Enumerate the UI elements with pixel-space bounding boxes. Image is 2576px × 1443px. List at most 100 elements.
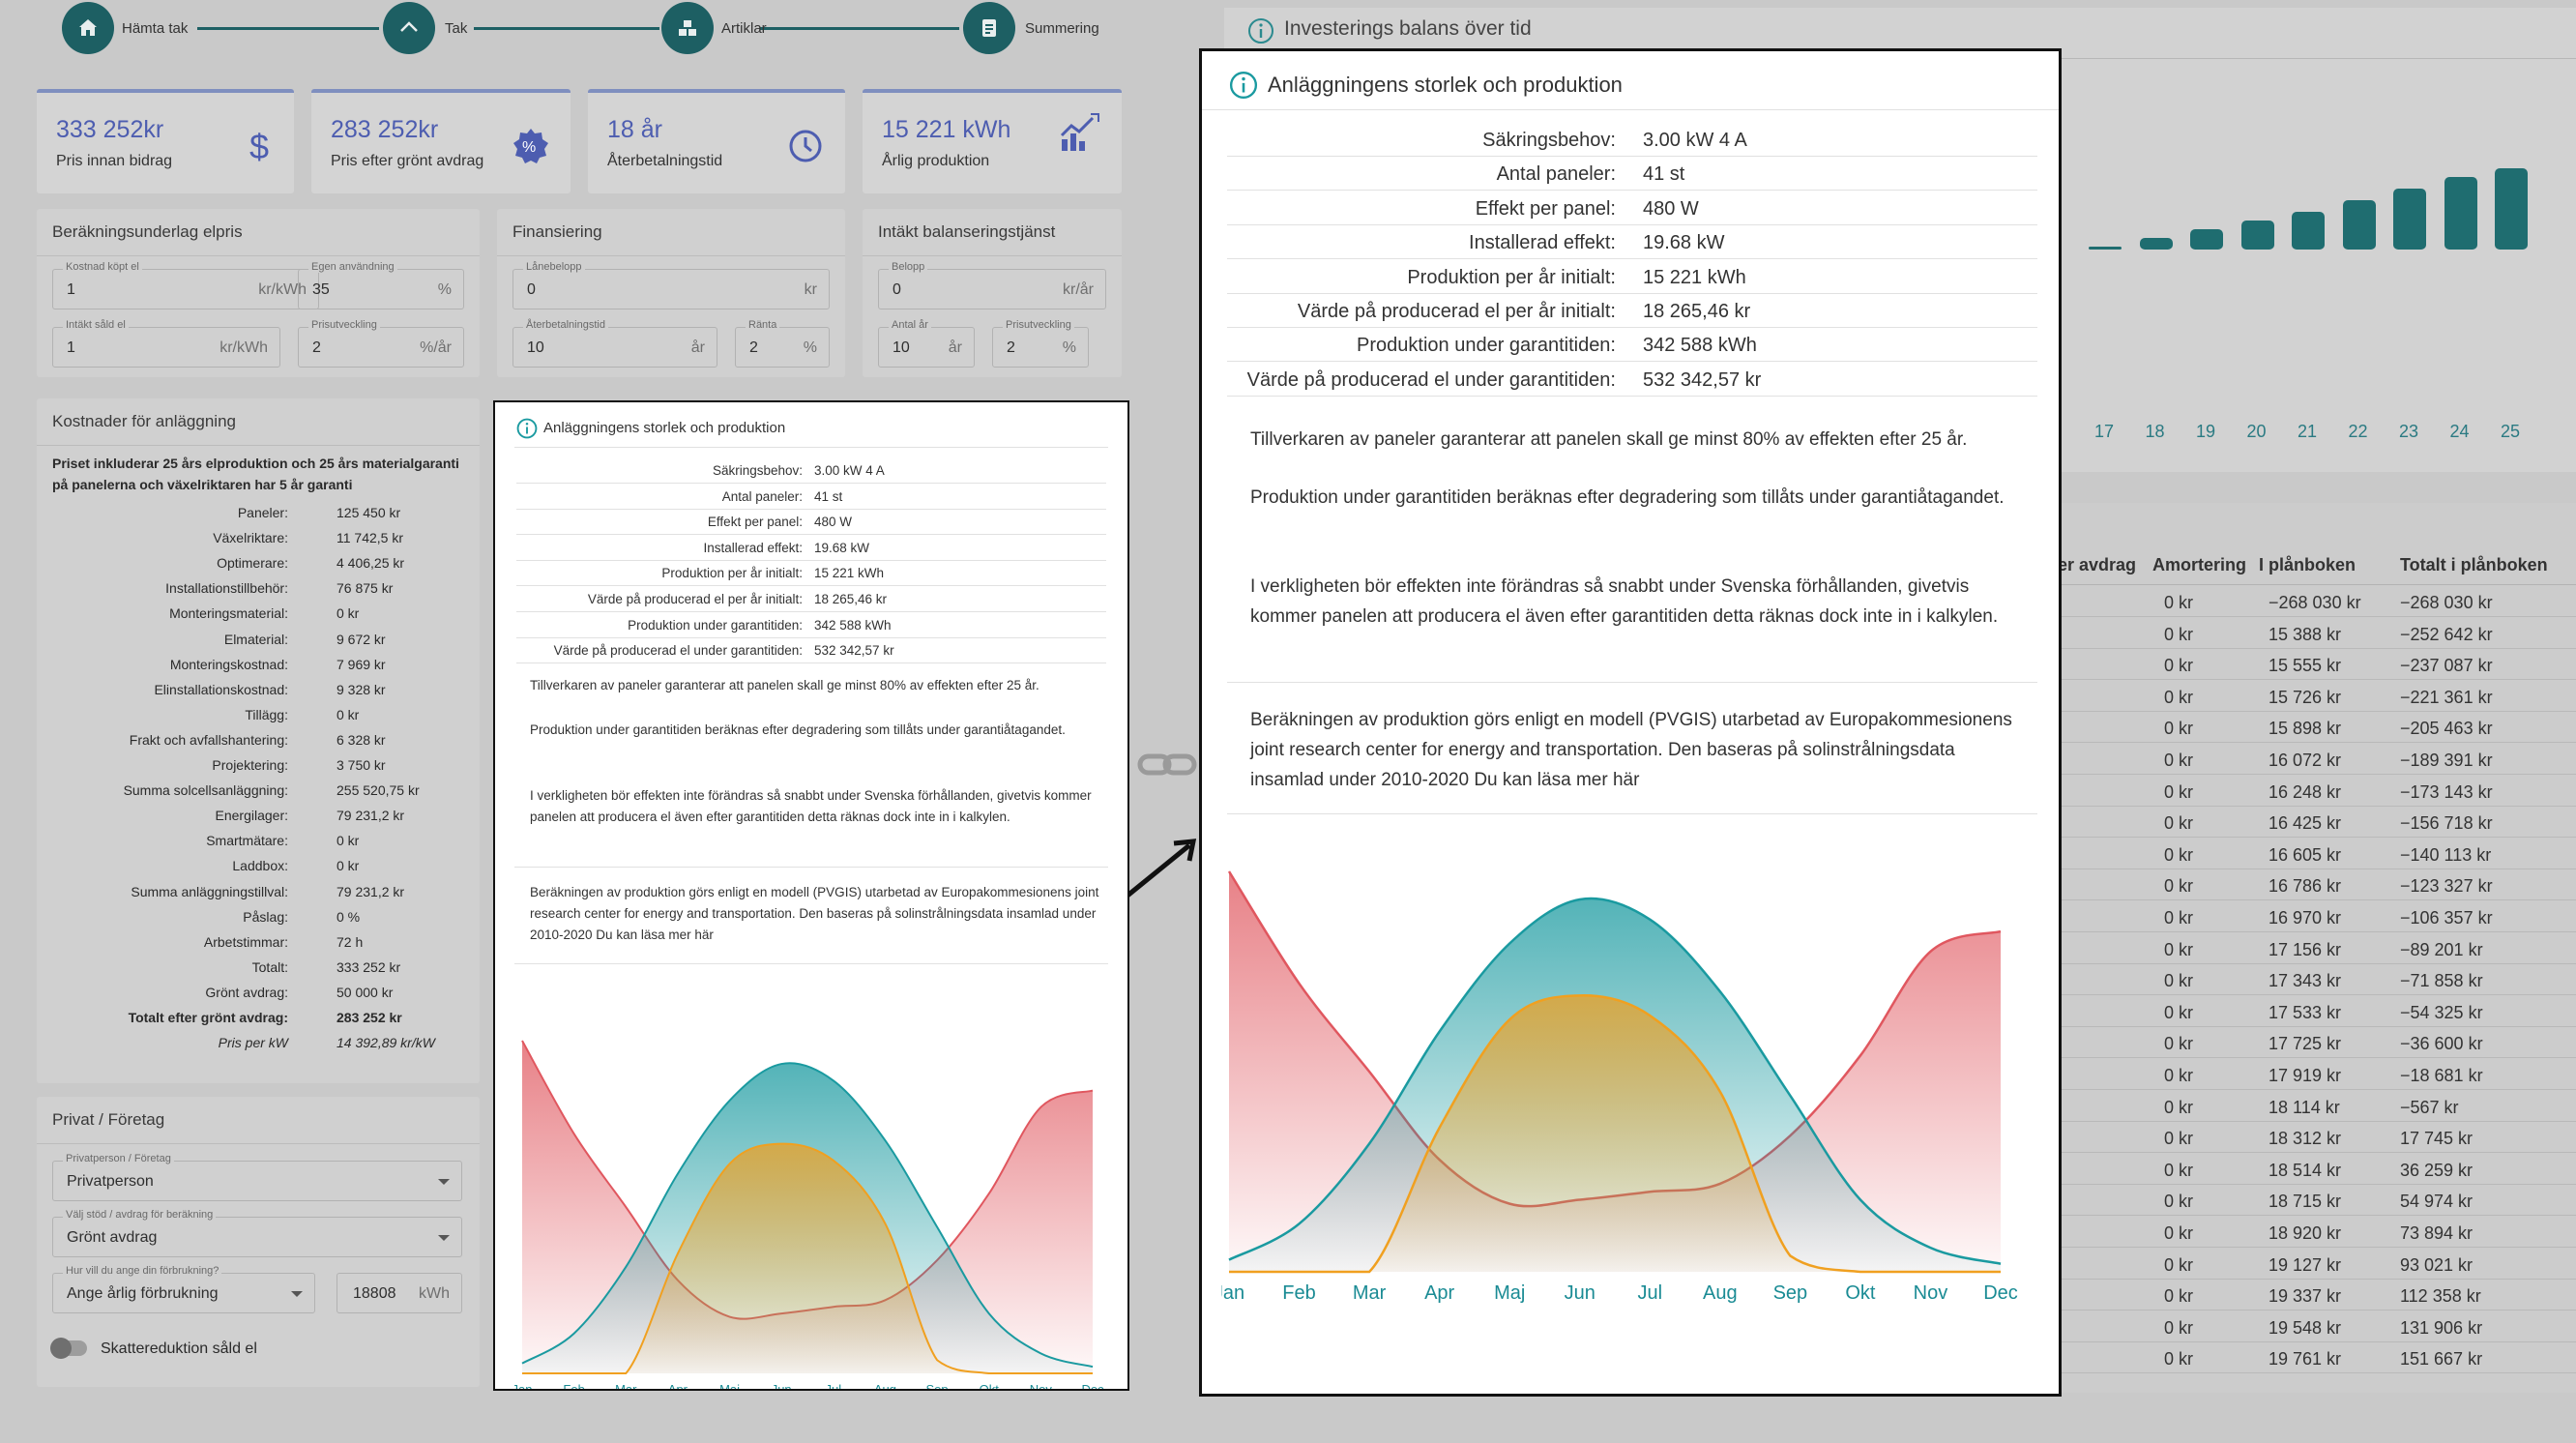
step-hamta-tak[interactable] (62, 2, 114, 54)
cost-label: Summa solcellsanläggning: (123, 782, 288, 799)
cost-value: 3 750 kr (337, 757, 386, 773)
support-select[interactable]: Välj stöd / avdrag för beräkning Grönt a… (52, 1209, 462, 1257)
month-tick-label: Okt (1845, 1282, 1876, 1304)
interest-field[interactable]: Ränta 2 % (735, 319, 830, 368)
cost-value: 255 520,75 kr (337, 782, 420, 799)
step-summering[interactable] (963, 2, 1015, 54)
invest-bar (2089, 247, 2122, 250)
field-value: 2 (312, 339, 321, 356)
table-cell: 0 kr (2164, 876, 2194, 897)
table-row: 0 kr 16 970 kr −106 357 kr (2054, 901, 2576, 932)
stat-label: Pris efter grönt avdrag (331, 153, 484, 169)
table-header: I plånboken (2259, 555, 2356, 574)
consumption-input[interactable]: 18808 kWh (337, 1273, 462, 1313)
cost-label: Monteringsmaterial: (169, 605, 288, 622)
table-cell: 0 kr (2164, 971, 2194, 991)
table-row: 0 kr 19 127 kr 93 021 kr (2054, 1249, 2576, 1280)
table-cell: −173 143 kr (2400, 781, 2493, 802)
degradation-text: Produktion under garantitiden beräknas e… (530, 722, 1066, 737)
month-tick-label: Jul (1637, 1282, 1662, 1304)
cost-value: 7 969 kr (337, 656, 386, 672)
field-unit: år (690, 339, 705, 356)
table-cell: −36 600 kr (2400, 1034, 2483, 1054)
production-card-small: Anläggningens storlek och produktion Säk… (493, 400, 1129, 1391)
cost-label: Elinstallationskostnad: (154, 681, 288, 697)
consumption-select[interactable]: Hur vill du ange din förbrukning? Ange å… (52, 1265, 315, 1313)
table-cell: −567 kr (2400, 1097, 2459, 1117)
cost-label: Frakt och avfallshantering: (129, 731, 288, 748)
table-cell: 16 786 kr (2269, 876, 2342, 897)
warranty-text: Tillverkaren av paneler garanterar att p… (530, 678, 1039, 692)
cost-row: Totalt efter grönt avdrag: 283 252 kr (37, 1010, 462, 1035)
table-cell: −18 681 kr (2400, 1066, 2483, 1085)
table-cell: 0 kr (2164, 687, 2194, 707)
field-label: Prisutveckling (308, 319, 380, 331)
table-header: er avdrag (2058, 555, 2137, 574)
spec-label: Effekt per panel: (1475, 197, 1616, 220)
info-icon (1248, 18, 1273, 44)
table-row: 0 kr 17 533 kr −54 325 kr (2054, 996, 2576, 1027)
table-row: 0 kr −268 030 kr −268 030 kr (2054, 586, 2576, 617)
month-tick-label: Mar (1353, 1282, 1387, 1304)
month-tick-label: Nov (1914, 1282, 1948, 1304)
year-label: 24 (2449, 422, 2470, 441)
invest-title: Investerings balans över tid (1284, 17, 1532, 40)
year-label: 23 (2399, 422, 2419, 441)
field-unit: %/år (420, 339, 452, 356)
cost-label: Påslag: (243, 908, 288, 925)
amount-field[interactable]: Belopp 0 kr/år (878, 261, 1106, 309)
own-use-field[interactable]: Egen användning 35 % (298, 261, 464, 309)
table-cell: −205 463 kr (2400, 719, 2493, 739)
cost-bought-field[interactable]: Kostnad köpt el 1 kr/kWh (52, 261, 319, 309)
field-unit: kWh (419, 1285, 450, 1302)
payback-time-field[interactable]: Återbetalningstid 10 år (512, 319, 717, 368)
cost-label: Pris per kW (218, 1035, 288, 1051)
spec-value: 532 342,57 kr (1643, 368, 1762, 391)
stat-card-price-after: 283 252kr Pris efter grönt avdrag % (311, 89, 571, 193)
cost-label: Grönt avdrag: (205, 984, 288, 1000)
spec-label: Produktion under garantitiden: (1357, 335, 1616, 357)
cost-value: 0 % (337, 908, 361, 925)
balancing-price-dev-field[interactable]: Prisutveckling 2 % (992, 319, 1089, 368)
stat-value: 15 221 kWh (882, 116, 1011, 143)
production-chart: Jan Feb Mar Apr Maj Jun Jul Aug Sep Okt Nov Dec (514, 1040, 1104, 1389)
dollar-icon: $ (249, 128, 269, 164)
table-row: 0 kr 19 337 kr 112 358 kr (2054, 1280, 2576, 1311)
spec-row: Värde på producerad el under garantitide… (516, 638, 1106, 664)
table-row: 0 kr 18 514 kr 36 259 kr (2054, 1154, 2576, 1185)
toggle-label: Skattereduktion såld el (101, 1340, 257, 1357)
tax-reduction-toggle[interactable] (50, 1338, 87, 1359)
customer-type-select[interactable]: Privatperson / Företag Privatperson (52, 1153, 462, 1201)
cost-value: 76 875 kr (337, 580, 394, 597)
cost-value: 6 328 kr (337, 731, 386, 748)
cost-value: 0 kr (337, 833, 360, 849)
field-label: Återbetalningstid (523, 319, 608, 331)
table-cell: 112 358 kr (2400, 1286, 2481, 1307)
table-row: 0 kr 18 715 kr 54 974 kr (2054, 1185, 2576, 1217)
cost-value: 0 kr (337, 706, 360, 722)
step-artiklar[interactable] (661, 2, 714, 54)
years-field[interactable]: Antal år 10 år (878, 319, 975, 368)
field-label: Antal år (889, 319, 931, 331)
reality-text: I verkligheten bör effekten inte förändr… (530, 788, 1092, 824)
step-label: Hämta tak (122, 20, 189, 37)
loan-amount-field[interactable]: Lånebelopp 0 kr (512, 261, 830, 309)
divider (497, 255, 845, 256)
income-sold-field[interactable]: Intäkt såld el 1 kr/kWh (52, 319, 280, 368)
year-label: 20 (2246, 422, 2267, 441)
spec-label: Antal paneler: (1496, 163, 1616, 186)
spec-row: Produktion under garantitiden: 342 588 kW… (516, 613, 1106, 638)
step-label: Artiklar (721, 20, 767, 37)
spec-label: Installerad effekt: (703, 540, 803, 555)
spec-row: Installerad effekt: 19.68 kW (1227, 225, 2037, 260)
cost-label: Energilager: (215, 808, 289, 824)
table-row: 0 kr 18 920 kr 73 894 kr (2054, 1217, 2576, 1248)
month-tick-label: Aug (1703, 1282, 1738, 1304)
price-development-field[interactable]: Prisutveckling 2 %/år (298, 319, 464, 368)
row-divider (2054, 1372, 2576, 1374)
step-tak[interactable] (383, 2, 435, 54)
table-cell: 17 745 kr (2400, 1129, 2474, 1149)
production-card-large: Anläggningens storlek och produktion Säk… (1199, 48, 2062, 1397)
month-tick-label: Feb (563, 1382, 584, 1389)
spec-value: 342 588 kWh (1643, 335, 1757, 357)
